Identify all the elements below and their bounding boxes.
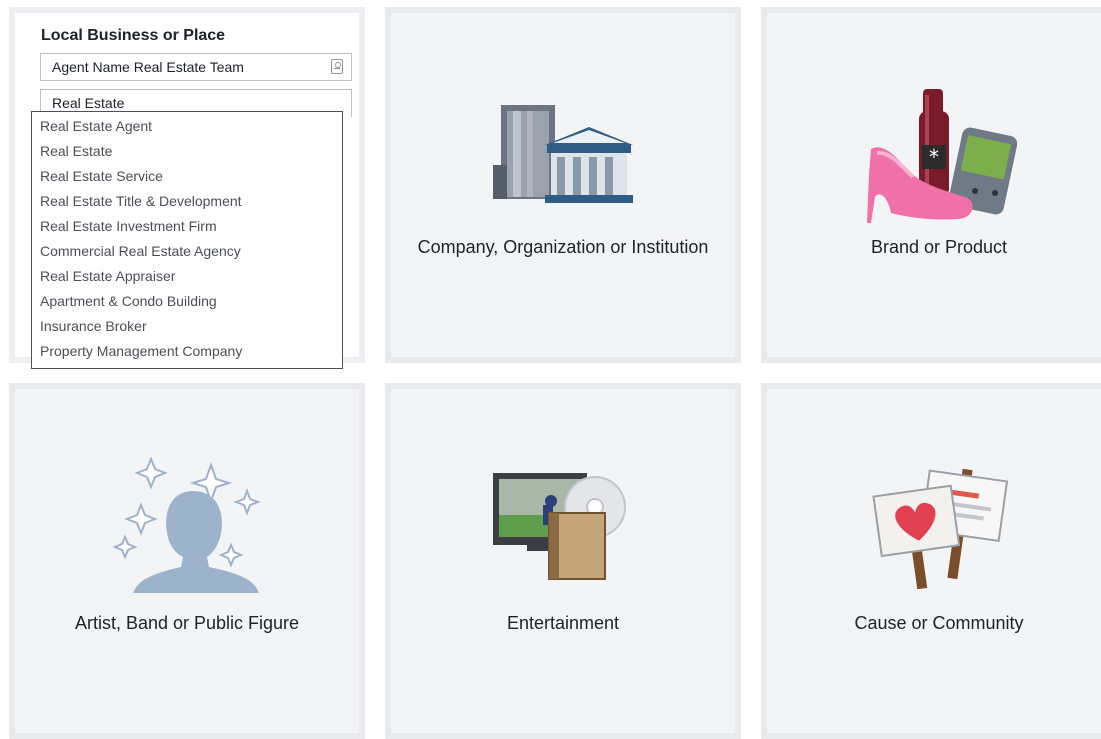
entertainment-tile[interactable]: Entertainment [385, 383, 741, 739]
products-icon: * [867, 89, 1017, 223]
category-option[interactable]: Insurance Broker [32, 314, 342, 339]
category-option[interactable]: Real Estate [32, 139, 342, 164]
svg-text:*: * [929, 145, 939, 169]
person-sparkles-icon [112, 456, 261, 593]
category-value: Real Estate [52, 95, 125, 111]
category-option[interactable]: Real Estate Investment Firm [32, 214, 342, 239]
business-name-value: Agent Name Real Estate Team [52, 59, 244, 75]
contact-card-icon[interactable] [331, 59, 343, 74]
cause-tile[interactable]: Cause or Community [761, 383, 1101, 739]
category-dropdown[interactable]: Real Estate Agent Real Estate Real Estat… [31, 111, 343, 369]
business-name-input[interactable]: Agent Name Real Estate Team [40, 53, 352, 81]
category-option[interactable]: Real Estate Agent [32, 114, 342, 139]
brand-label: Brand or Product [870, 237, 1008, 257]
category-option[interactable]: Apartment & Condo Building [32, 289, 342, 314]
company-label: Company, Organization or Institution [417, 237, 709, 257]
local-business-heading: Local Business or Place [41, 27, 226, 44]
category-option[interactable]: Property Management Company [32, 339, 342, 364]
category-option[interactable]: Real Estate Title & Development [32, 189, 342, 214]
artist-tile[interactable]: Artist, Band or Public Figure [9, 383, 365, 739]
artist-label: Artist, Band or Public Figure [74, 613, 300, 633]
protest-signs-icon [872, 469, 1009, 589]
buildings-icon [493, 105, 633, 203]
entertainment-label: Entertainment [506, 613, 620, 633]
company-tile[interactable]: Company, Organization or Institution [385, 7, 741, 363]
media-icon [493, 473, 626, 580]
category-option[interactable]: Real Estate Service [32, 164, 342, 189]
brand-tile[interactable]: * Brand or Product [761, 7, 1101, 363]
cause-label: Cause or Community [854, 613, 1024, 633]
category-option[interactable]: Commercial Real Estate Agency [32, 239, 342, 264]
category-option[interactable]: Real Estate Appraiser [32, 264, 342, 289]
